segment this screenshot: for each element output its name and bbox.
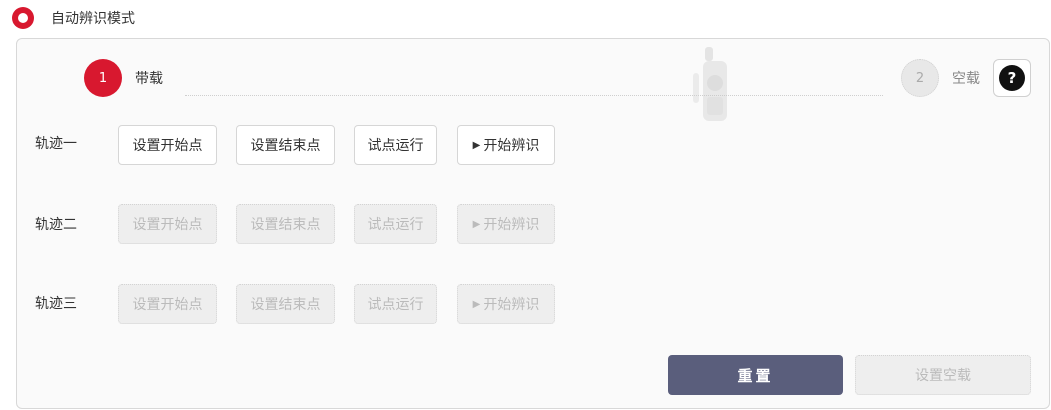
play-icon: ▶ [472, 298, 481, 310]
mode-label: 自动辨识模式 [51, 11, 135, 27]
step-2-label: 空载 [952, 71, 980, 87]
track-2-start-identify-button[interactable]: ▶ 开始辨识 [457, 204, 555, 244]
track-3-start-identify-label: 开始辨识 [483, 297, 540, 313]
track-1-set-end-button[interactable]: 设置结束点 [236, 125, 335, 165]
play-icon: ▶ [472, 218, 481, 230]
track-2-start-identify-label: 开始辨识 [483, 217, 540, 233]
track-3-start-identify-button[interactable]: ▶ 开始辨识 [457, 284, 555, 324]
track-1-start-identify-label: 开始辨识 [483, 138, 540, 154]
track-1-start-identify-button[interactable]: ▶ 开始辨识 [457, 125, 555, 165]
step-2-indicator: 2 [901, 59, 939, 97]
step-1-label: 带载 [135, 71, 163, 87]
track-2-label: 轨迹二 [35, 217, 77, 233]
track-3-set-start-button[interactable]: 设置开始点 [118, 284, 217, 324]
track-2-trial-run-button[interactable]: 试点运行 [354, 204, 437, 244]
reset-button[interactable]: 重置 [668, 355, 843, 395]
step-progress-line [185, 95, 883, 96]
identification-panel: 1 带载 2 空载 ? 轨迹一 设置开始点 设置结束点 试点运行 ▶ 开始辨识 … [16, 38, 1050, 409]
track-3-label: 轨迹三 [35, 296, 77, 312]
track-2-set-end-button[interactable]: 设置结束点 [236, 204, 335, 244]
robot-arm-watermark-icon [693, 47, 727, 121]
track-1-trial-run-button[interactable]: 试点运行 [354, 125, 437, 165]
track-1-label: 轨迹一 [35, 136, 77, 152]
auto-identify-mode-option[interactable]: 自动辨识模式 [12, 6, 135, 30]
play-icon: ▶ [472, 139, 481, 151]
track-2-set-start-button[interactable]: 设置开始点 [118, 204, 217, 244]
help-button[interactable]: ? [993, 59, 1031, 97]
question-icon: ? [999, 65, 1025, 91]
track-3-set-end-button[interactable]: 设置结束点 [236, 284, 335, 324]
track-3-trial-run-button[interactable]: 试点运行 [354, 284, 437, 324]
step-1-indicator: 1 [84, 59, 122, 97]
track-1-set-start-button[interactable]: 设置开始点 [118, 125, 217, 165]
radio-selected-icon[interactable] [12, 7, 34, 29]
set-no-load-button[interactable]: 设置空载 [855, 355, 1031, 395]
